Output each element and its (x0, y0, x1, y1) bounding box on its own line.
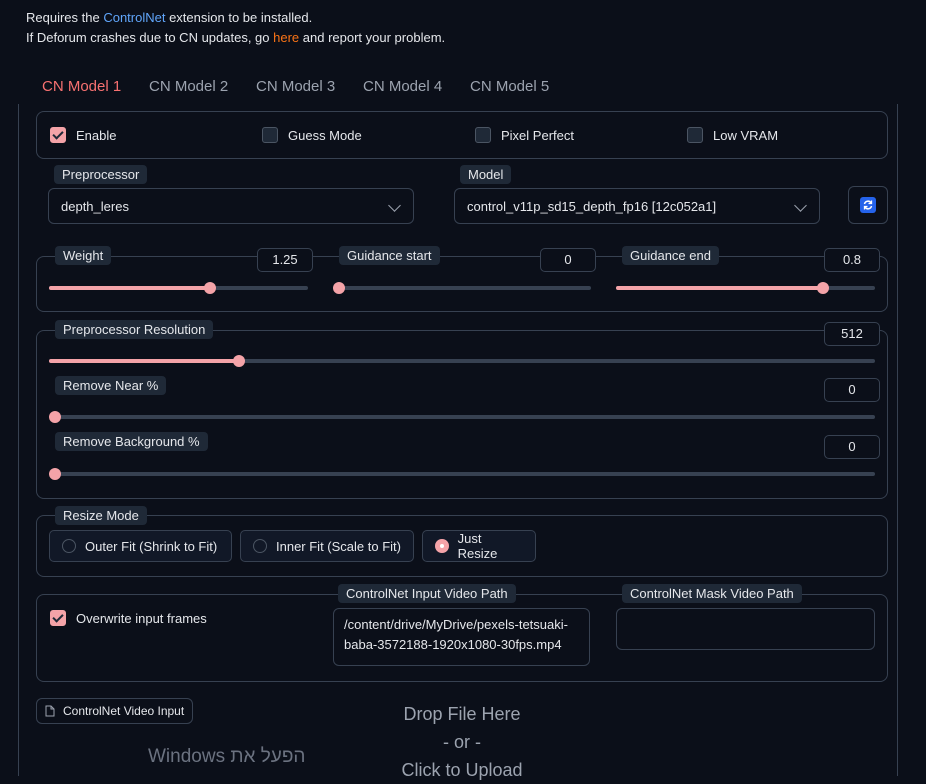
guidance-end-slider-fill (616, 286, 823, 290)
crash-report-line: If Deforum crashes due to CN updates, go… (26, 28, 445, 48)
dropzone-line-3: Click to Upload (401, 760, 523, 780)
preprocessor-resolution-slider-thumb[interactable] (233, 355, 245, 367)
guidance-end-slider-thumb[interactable] (817, 282, 829, 294)
weight-guidance-group (36, 256, 888, 312)
preprocessor-value: depth_leres (61, 198, 129, 214)
guidance-end-input[interactable]: 0.8 (824, 248, 880, 272)
input-video-path-label: ControlNet Input Video Path (338, 584, 516, 603)
tab-cn-model-2[interactable]: CN Model 2 (149, 70, 228, 104)
tab-cn-model-1[interactable]: CN Model 1 (42, 70, 121, 104)
resize-inner-fit-radio[interactable]: Inner Fit (Scale to Fit) (240, 530, 414, 562)
remove-near-slider-thumb[interactable] (49, 411, 61, 423)
weight-slider[interactable] (49, 282, 308, 294)
preprocessor-resolution-input[interactable]: 512 (824, 322, 880, 346)
resize-just-resize-radio[interactable]: Just Resize (422, 530, 536, 562)
input-video-path-field[interactable]: /content/drive/MyDrive/pexels-tetsuaki-b… (333, 608, 590, 666)
video-file-input-text: ControlNet Video Input (63, 704, 185, 718)
pixel-perfect-check-box[interactable] (475, 127, 491, 143)
remove-near-slider[interactable] (49, 411, 875, 423)
refresh-icon (860, 197, 876, 213)
overwrite-label: Overwrite input frames (76, 610, 207, 626)
overwrite-frames-checkbox[interactable]: Overwrite input frames (50, 610, 207, 626)
low-vram-check-box[interactable] (687, 127, 703, 143)
preprocessor-resolution-slider[interactable] (49, 355, 875, 367)
radio-dot (62, 539, 76, 553)
guidance-start-slider[interactable] (333, 282, 591, 294)
remove-background-label: Remove Background % (55, 432, 208, 451)
tab-cn-model-3[interactable]: CN Model 3 (256, 70, 335, 104)
pixel-perfect-label: Pixel Perfect (501, 127, 574, 143)
enable-check-box[interactable] (50, 127, 66, 143)
cn-model-tabs: CN Model 1 CN Model 2 CN Model 3 CN Mode… (18, 70, 898, 104)
tab-cn-model-5[interactable]: CN Model 5 (470, 70, 549, 104)
preprocessor-resolution-slider-fill (49, 359, 239, 363)
overwrite-check-box[interactable] (50, 610, 66, 626)
model-label: Model (460, 165, 512, 184)
remove-background-slider[interactable] (49, 468, 875, 480)
resize-outer-fit-label: Outer Fit (Shrink to Fit) (85, 538, 218, 554)
requirement-line: Requires the ControlNet extension to be … (26, 8, 445, 28)
model-value: control_v11p_sd15_depth_fp16 [12c052a1] (467, 198, 717, 214)
mask-video-path-label: ControlNet Mask Video Path (622, 584, 802, 603)
guidance-start-slider-thumb[interactable] (333, 282, 345, 294)
enable-checkbox[interactable]: Enable (50, 127, 116, 143)
weight-input[interactable]: 1.25 (257, 248, 313, 272)
requirement-text-end: extension to be installed. (165, 10, 313, 25)
dropzone-line-1: Drop File Here (403, 704, 521, 724)
file-icon (45, 705, 55, 717)
report-here-link[interactable]: here (273, 30, 299, 45)
guidance-start-input[interactable]: 0 (540, 248, 596, 272)
guess-mode-check-box[interactable] (262, 127, 278, 143)
resize-outer-fit-radio[interactable]: Outer Fit (Shrink to Fit) (49, 530, 232, 562)
guess-mode-checkbox[interactable]: Guess Mode (262, 127, 362, 143)
pixel-perfect-checkbox[interactable]: Pixel Perfect (475, 127, 574, 143)
preprocessor-label: Preprocessor (54, 165, 148, 184)
weight-slider-thumb[interactable] (204, 282, 216, 294)
guidance-start-label: Guidance start (339, 246, 440, 265)
windows-activation-watermark: הפעל את Windows (148, 746, 306, 767)
crash-text-start: If Deforum crashes due to CN updates, go (26, 30, 274, 45)
remove-background-input[interactable]: 0 (824, 435, 880, 459)
info-text: Requires the ControlNet extension to be … (26, 8, 445, 48)
video-file-input-label: ControlNet Video Input (36, 698, 194, 724)
guidance-end-label: Guidance end (622, 246, 719, 265)
refresh-models-button[interactable] (848, 186, 888, 224)
chevron-down-icon (794, 199, 807, 212)
requirement-text-start: Requires the (26, 10, 104, 25)
resize-just-resize-label: Just Resize (457, 531, 498, 561)
remove-background-slider-thumb[interactable] (49, 468, 61, 480)
resize-mode-label: Resize Mode (55, 506, 147, 525)
low-vram-label: Low VRAM (713, 127, 779, 143)
preprocessor-resolution-label: Preprocessor Resolution (55, 320, 214, 339)
weight-slider-fill (49, 286, 210, 290)
dropzone-line-2: - or - (443, 732, 481, 752)
remove-near-input[interactable]: 0 (824, 378, 880, 402)
controlnet-link[interactable]: ControlNet (103, 10, 165, 25)
resize-inner-fit-label: Inner Fit (Scale to Fit) (276, 538, 401, 554)
weight-label: Weight (55, 246, 112, 265)
chevron-down-icon (388, 199, 401, 212)
file-dropzone[interactable]: Drop File Here - or - Click to Upload (362, 700, 562, 784)
radio-dot (253, 539, 267, 553)
remove-near-label: Remove Near % (55, 376, 167, 395)
enable-label: Enable (76, 127, 117, 143)
radio-dot-selected (435, 539, 449, 553)
preprocessor-dropdown[interactable]: depth_leres (48, 188, 414, 224)
model-dropdown[interactable]: control_v11p_sd15_depth_fp16 [12c052a1] (454, 188, 820, 224)
guess-mode-label: Guess Mode (288, 127, 362, 143)
crash-text-end: and report your problem. (299, 30, 446, 45)
guidance-end-slider[interactable] (616, 282, 875, 294)
tab-cn-model-4[interactable]: CN Model 4 (363, 70, 442, 104)
mask-video-path-field[interactable] (616, 608, 875, 650)
low-vram-checkbox[interactable]: Low VRAM (687, 127, 778, 143)
